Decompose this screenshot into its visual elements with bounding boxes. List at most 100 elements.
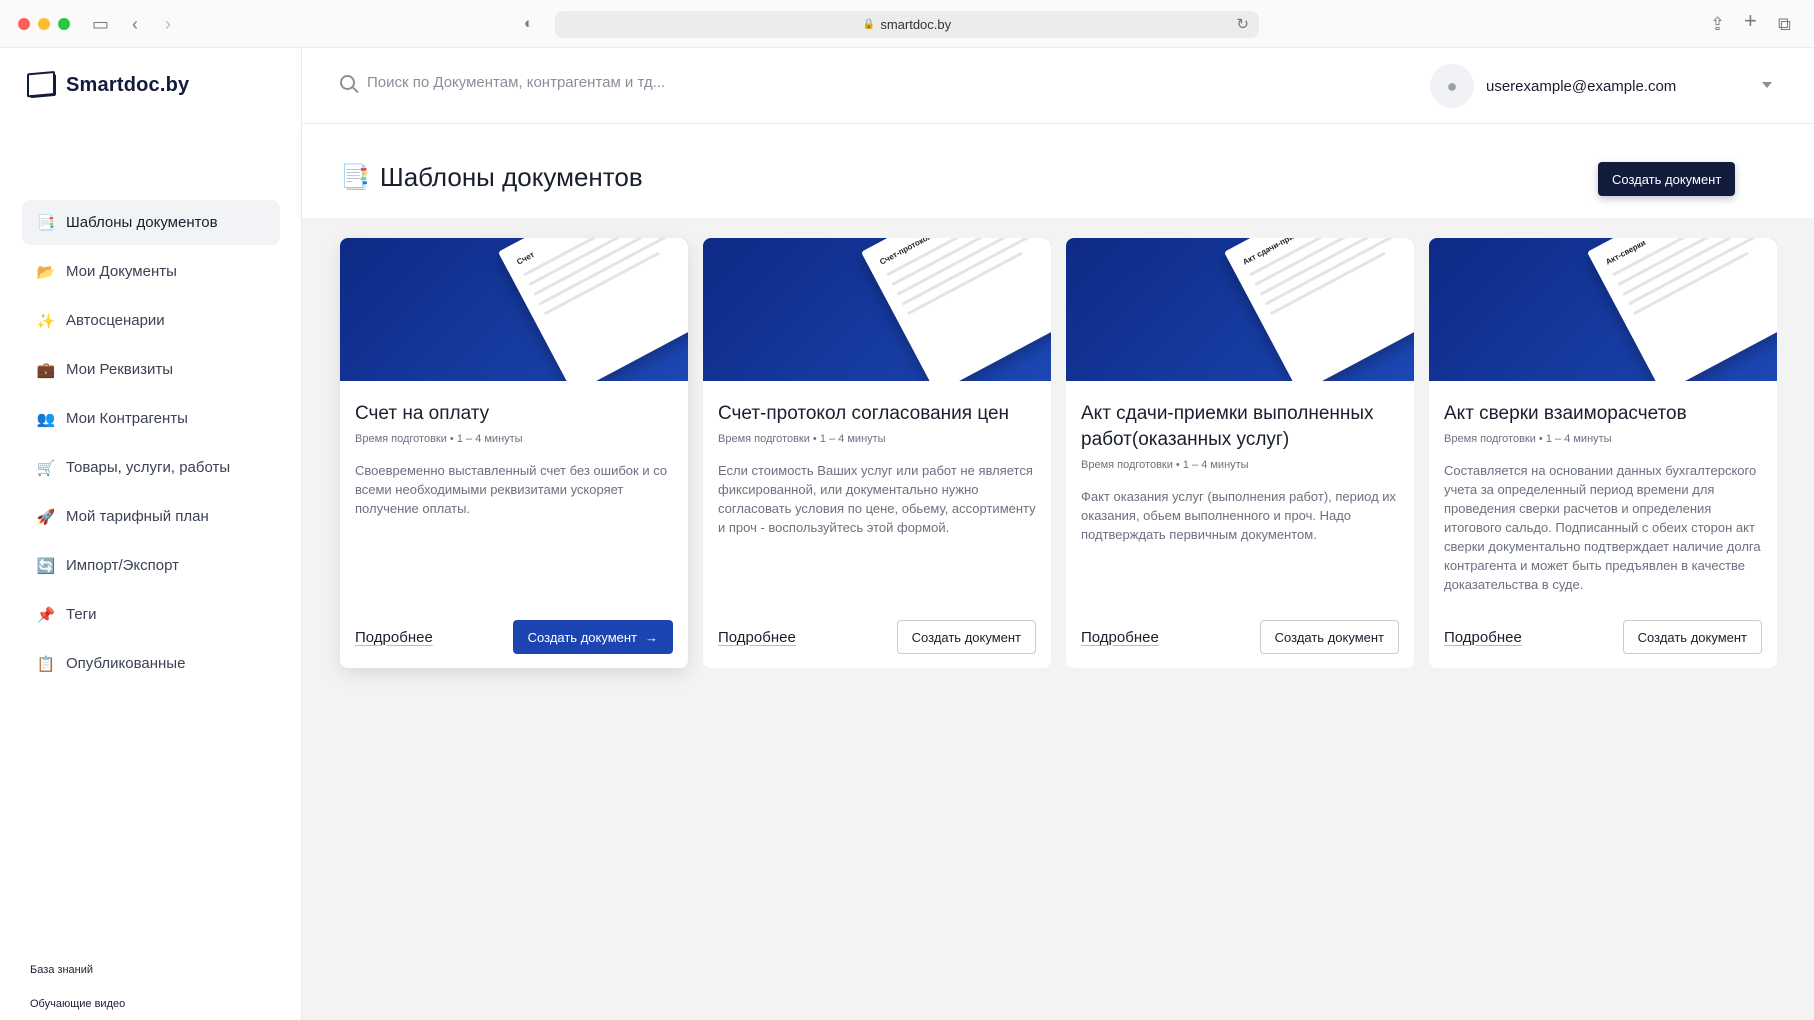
preview-line [906, 251, 1024, 316]
sidebar-toggle-icon[interactable]: ▭ [92, 12, 109, 36]
create-document-button[interactable]: Создать документ [896, 620, 1036, 654]
card-title: Счет на оплату [355, 403, 490, 424]
page-title: Шаблоны документов [379, 162, 643, 192]
user-menu[interactable]: ● userexample@example.com [1430, 64, 1676, 108]
card-description: Своевременно выставленный счет без ошибо… [355, 463, 668, 516]
address-bar[interactable]: 🔒 smartdoc.by ↻ [555, 11, 1259, 38]
share-icon[interactable]: ⇪ [1710, 12, 1725, 36]
logo-text: Smartdoc.by [66, 74, 190, 96]
search-bar [340, 74, 727, 91]
card-banner: Счет-протокол [703, 238, 1051, 381]
preview-line [1627, 238, 1777, 306]
browser-toolbar: ▭ ‹ › ◐ 🔒 smartdoc.by ↻ ⇪ + ⧉ [0, 0, 1814, 48]
create-document-button[interactable]: Создать документ → [512, 620, 673, 654]
main-content: Счет Счет на оплату Время подготовки • 1… [302, 218, 1814, 1020]
card-description: Если стоимость Ваших услуг или работ не … [718, 463, 1036, 535]
page-title-wrap: 📑 Шаблоны документов [340, 162, 643, 193]
tutorial-videos-link[interactable]: Обучающие видео [30, 998, 125, 1010]
page-header: 📑 Шаблоны документов Создать документ [302, 124, 1814, 218]
sidebar-item-tags[interactable]: 📌 Теги [22, 592, 280, 637]
preview-line [538, 238, 688, 306]
sidebar-item-goods-services[interactable]: 🛒 Товары, услуги, работы [22, 445, 280, 490]
knowledge-base-wrap: База знаний [30, 960, 93, 978]
button-label: Создать документ [527, 629, 637, 645]
sidebar-item-label: Товары, услуги, работы [66, 459, 231, 476]
preview-line [1632, 251, 1750, 316]
templates-icon: 📑 [340, 164, 370, 191]
more-link[interactable]: Подробнее [355, 629, 433, 646]
card-body: Счет-протокол согласования цен Время под… [703, 381, 1051, 537]
sidebar-item-label: Мои Реквизиты [66, 361, 174, 378]
sidebar-item-counterparties[interactable]: 👥 Мои Контрагенты [22, 396, 280, 441]
chevron-down-icon[interactable] [1762, 82, 1772, 88]
reload-icon[interactable]: ↻ [1236, 15, 1249, 33]
maximize-window-button[interactable] [58, 18, 70, 30]
more-link[interactable]: Подробнее [718, 629, 796, 646]
sidebar-item-label: Автосценарии [66, 312, 165, 329]
card-banner: Акт сдачи-приемки [1066, 238, 1414, 381]
rocket-icon: 🚀 [36, 508, 56, 526]
folder-icon: 📂 [36, 263, 56, 281]
create-document-button[interactable]: Создать документ [1259, 620, 1399, 654]
preview-line [1269, 251, 1387, 316]
sidebar-item-tariff-plan[interactable]: 🚀 Мой тарифный план [22, 494, 280, 539]
sidebar-item-my-documents[interactable]: 📂 Мои Документы [22, 249, 280, 294]
create-document-button[interactable]: Создать документ [1598, 162, 1736, 196]
sidebar: Smartdoc.by 📑 Шаблоны документов 📂 Мои Д… [0, 48, 302, 1020]
logo[interactable]: Smartdoc.by [30, 73, 190, 98]
card-body: Акт сверки взаиморасчетов Время подготов… [1429, 381, 1777, 594]
close-window-button[interactable] [18, 18, 30, 30]
shield-icon[interactable]: ◐ [524, 12, 533, 36]
url-text: smartdoc.by [880, 17, 952, 32]
cart-icon: 🛒 [36, 459, 56, 477]
document-preview-image: Счет-протокол [861, 238, 1051, 381]
card-title: Акт сдачи-приемки выполненных работ(оказ… [1081, 403, 1374, 450]
document-preview-image: Акт сдачи-приемки [1224, 238, 1414, 381]
sidebar-item-import-export[interactable]: 🔄 Импорт/Экспорт [22, 543, 280, 588]
arrow-right-icon: → [645, 629, 658, 645]
card-prep-time: Время подготовки • 1 – 4 минуты [1081, 459, 1249, 471]
avatar[interactable]: ● [1430, 64, 1474, 108]
tabs-overview-icon[interactable]: ⧉ [1778, 12, 1791, 36]
card-prep-time: Время подготовки • 1 – 4 минуты [355, 433, 523, 445]
sidebar-nav: 📑 Шаблоны документов 📂 Мои Документы ✨ А… [22, 200, 280, 690]
template-card-acceptance-act[interactable]: Акт сдачи-приемки Акт сдачи-приемки выпо… [1066, 238, 1414, 668]
card-prep-time: Время подготовки • 1 – 4 минуты [718, 433, 886, 445]
minimize-window-button[interactable] [38, 18, 50, 30]
clipboard-icon: 📋 [36, 655, 56, 673]
card-footer: Подробнее Создать документ [1444, 620, 1762, 654]
people-icon: 👥 [36, 410, 56, 428]
briefcase-icon: 💼 [36, 361, 56, 379]
knowledge-base-link[interactable]: База знаний [30, 964, 93, 976]
back-icon[interactable]: ‹ [132, 12, 138, 36]
card-title: Счет-протокол согласования цен [718, 403, 1010, 424]
sidebar-item-label: Мой тарифный план [66, 508, 209, 525]
more-link[interactable]: Подробнее [1081, 629, 1159, 646]
more-link[interactable]: Подробнее [1444, 629, 1522, 646]
template-card-price-protocol[interactable]: Счет-протокол Счет-протокол согласования… [703, 238, 1051, 668]
card-prep-time: Время подготовки • 1 – 4 минуты [1444, 433, 1612, 445]
sidebar-item-label: Теги [66, 606, 97, 623]
sidebar-item-published[interactable]: 📋 Опубликованные [22, 641, 280, 686]
new-tab-icon[interactable]: + [1744, 9, 1757, 33]
logo-icon [30, 73, 56, 98]
sidebar-item-autoscenarios[interactable]: ✨ Автосценарии [22, 298, 280, 343]
sidebar-item-label: Мои Контрагенты [66, 410, 188, 427]
topbar: ● userexample@example.com [302, 48, 1814, 124]
sidebar-item-requisites[interactable]: 💼 Мои Реквизиты [22, 347, 280, 392]
template-card-invoice[interactable]: Счет Счет на оплату Время подготовки • 1… [340, 238, 688, 668]
sparkles-icon: ✨ [36, 312, 56, 330]
search-input[interactable] [367, 74, 727, 91]
card-body: Счет на оплату Время подготовки • 1 – 4 … [340, 381, 688, 518]
user-icon: ● [1446, 75, 1458, 96]
document-preview-image: Счет [498, 238, 688, 381]
card-description: Факт оказания услуг (выполнения работ), … [1081, 489, 1397, 542]
card-footer: Подробнее Создать документ [1081, 620, 1399, 654]
template-card-reconciliation-act[interactable]: Акт-сверки Акт сверки взаиморасчетов Вре… [1429, 238, 1777, 668]
preview-line [543, 251, 661, 316]
document-preview-image: Акт-сверки [1587, 238, 1777, 381]
sidebar-item-templates[interactable]: 📑 Шаблоны документов [22, 200, 280, 245]
create-document-button[interactable]: Создать документ [1622, 620, 1762, 654]
forward-icon[interactable]: › [165, 12, 171, 36]
preview-line [901, 238, 1051, 306]
